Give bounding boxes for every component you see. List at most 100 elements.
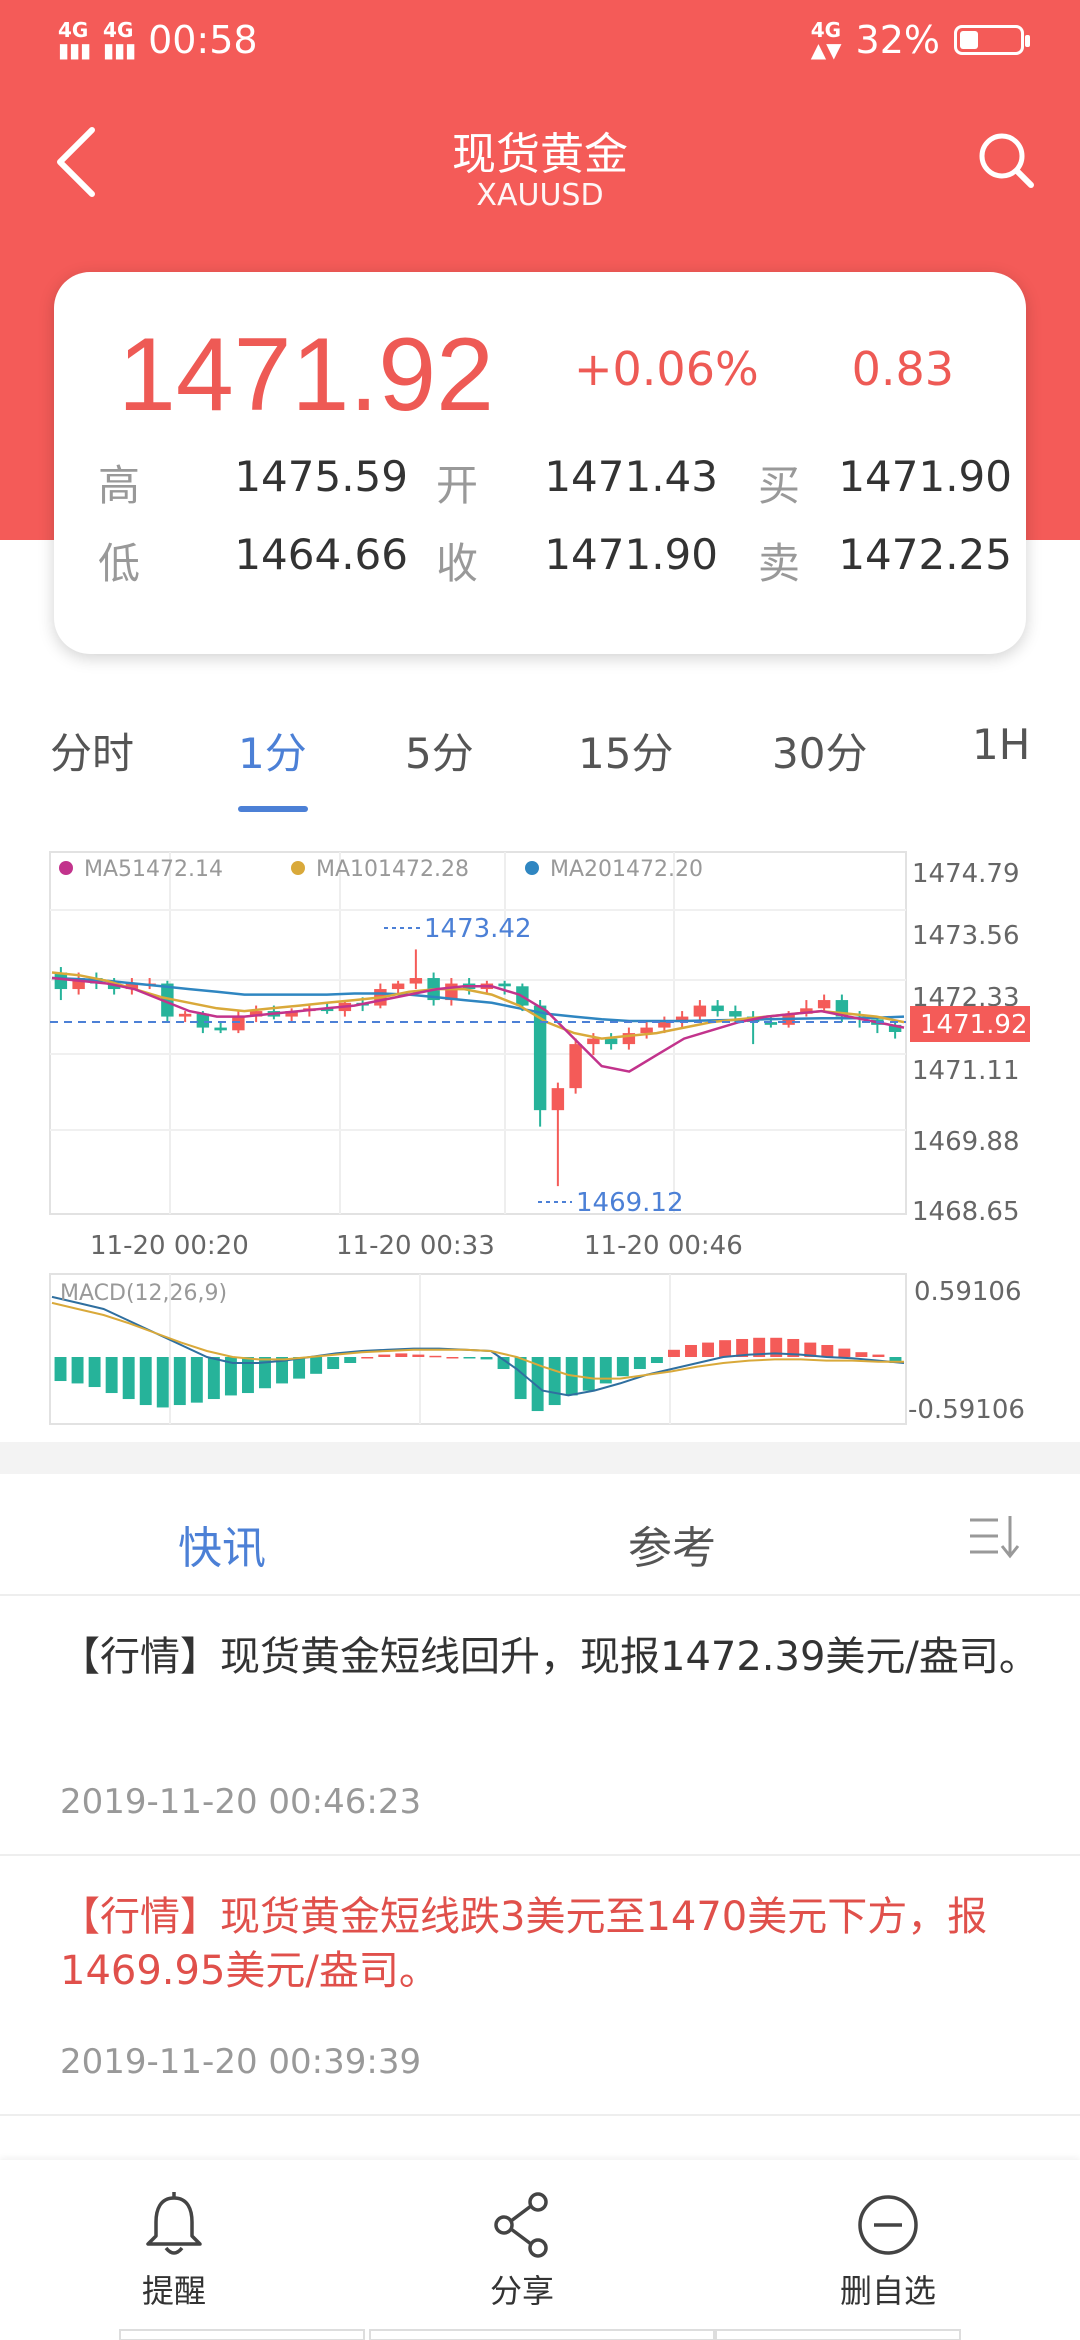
current-price-tag-text: 1471.92 xyxy=(920,1010,1028,1040)
ma5-legend-dot xyxy=(59,861,73,875)
ma10-legend-dot xyxy=(291,861,305,875)
tab-1h[interactable]: 1H xyxy=(972,720,1030,769)
macd-bar xyxy=(361,1357,374,1359)
min-marker: 1469.12 xyxy=(576,1188,684,1218)
macd-bars xyxy=(51,1295,905,1412)
candle-body xyxy=(551,1088,565,1111)
ask-label: 卖 xyxy=(758,539,801,588)
macd-bar xyxy=(88,1357,101,1388)
change-value: 0.83 xyxy=(851,342,954,396)
close-label: 收 xyxy=(436,539,479,588)
macd-bar xyxy=(463,1357,476,1359)
battery-icon xyxy=(954,25,1030,55)
macd-min: -0.59106 xyxy=(908,1395,1025,1425)
candle-body xyxy=(391,983,405,990)
battery-percent: 32% xyxy=(855,18,940,62)
ask-value: 1472.25 xyxy=(838,530,1012,579)
bell-icon xyxy=(146,2192,202,2255)
ma20-legend: MA201472.20 xyxy=(550,857,703,882)
close-value: 1471.90 xyxy=(544,530,718,579)
nav-bar: 现货黄金 XAUUSD xyxy=(0,100,1080,230)
candle-body xyxy=(587,1038,600,1045)
news-tabs: 快讯 参考 xyxy=(0,1476,1080,1596)
candle-body xyxy=(569,1044,582,1089)
candle-body xyxy=(232,1016,245,1031)
share-label: 分享 xyxy=(489,2272,554,2310)
news-text: 【行情】现货黄金短线跌3美元至1470美元下方，报1469.95美元/盎司。 xyxy=(60,1894,988,1994)
macd-bar xyxy=(293,1357,306,1379)
macd-bar xyxy=(190,1357,203,1403)
macd-bar xyxy=(207,1357,220,1400)
sort-list-icon[interactable] xyxy=(968,1512,1028,1562)
open-value: 1471.43 xyxy=(544,452,718,501)
macd-bar xyxy=(344,1357,357,1364)
clock: 00:58 xyxy=(148,18,258,62)
search-icon[interactable] xyxy=(976,130,1036,190)
remove-watchlist-button[interactable]: 删自选 xyxy=(788,2190,988,2312)
high-value: 1475.59 xyxy=(234,452,408,501)
y-tick-4: 1471.11 xyxy=(912,1056,1020,1086)
y-tick-6: 1468.65 xyxy=(912,1197,1020,1227)
page-title: 现货黄金 xyxy=(452,129,628,180)
candle-body xyxy=(817,1000,831,1009)
macd-bar xyxy=(667,1349,680,1357)
macd-bar xyxy=(54,1357,67,1382)
candle-body xyxy=(409,978,423,984)
macd-bar xyxy=(855,1352,868,1357)
quote-card: 1471.92 +0.06% 0.83 高 1475.59 开 1471.43 … xyxy=(54,272,1026,654)
macd-bar xyxy=(139,1357,152,1406)
remind-button[interactable]: 提醒 xyxy=(74,2190,274,2312)
tab-timeshare[interactable]: 分时 xyxy=(50,720,134,781)
share-icon xyxy=(494,2192,548,2258)
macd-bar xyxy=(616,1357,629,1377)
quote-row-2: 低 1464.66 收 1471.90 卖 1472.25 xyxy=(98,530,1012,590)
tab-30min[interactable]: 30分 xyxy=(772,720,867,781)
ma10-line xyxy=(51,971,905,1040)
news-item[interactable]: 【行情】现货黄金短线跌3美元至1470美元下方，报1469.95美元/盎司。 2… xyxy=(0,1856,1080,2116)
tab-1min[interactable]: 1分 xyxy=(238,720,307,781)
signal-icon: 4G ▮▮▮ xyxy=(58,18,92,62)
share-button[interactable]: 分享 xyxy=(422,2190,622,2312)
macd-bar xyxy=(378,1354,391,1357)
macd-bar xyxy=(633,1357,646,1370)
bottom-hint-lines xyxy=(119,2329,961,2340)
news-item[interactable]: 【行情】现货黄金短线回升，现报1472.39美元/盎司。 2019-11-20 … xyxy=(0,1596,1080,1856)
kline-frame xyxy=(49,851,907,1215)
network-icon: 4G ▲▼ xyxy=(810,18,842,62)
macd-bar xyxy=(514,1357,527,1400)
candle-body xyxy=(604,1038,618,1045)
macd-bar xyxy=(685,1344,697,1357)
remove-label: 删自选 xyxy=(839,2272,936,2310)
macd-bar xyxy=(173,1357,186,1406)
macd-bar xyxy=(429,1355,442,1358)
candle-body xyxy=(178,1013,192,1017)
macd-bar xyxy=(719,1340,732,1357)
candle-body xyxy=(693,1005,707,1017)
quote-row-1: 高 1475.59 开 1471.43 买 1471.90 xyxy=(98,452,1012,512)
macd-bar xyxy=(838,1348,851,1357)
open-label: 开 xyxy=(436,461,479,510)
macd-bar xyxy=(105,1357,118,1394)
tab-15min[interactable]: 15分 xyxy=(578,720,673,781)
candle-body xyxy=(729,1011,742,1017)
y-tick-2: 1473.56 xyxy=(912,921,1020,951)
macd-bar xyxy=(395,1353,408,1357)
status-bar: 4G ▮▮▮ 4G ▮▮▮ 00:58 4G ▲▼ 32% xyxy=(0,0,1080,80)
ma10-legend: MA101472.28 xyxy=(316,857,469,882)
tab-flash-news[interactable]: 快讯 xyxy=(178,1512,266,1576)
tab-5min[interactable]: 5分 xyxy=(405,720,474,781)
macd-bar xyxy=(480,1357,493,1360)
news-time: 2019-11-20 00:39:39 xyxy=(60,2042,422,2082)
macd-bar xyxy=(821,1344,834,1357)
kline-chart[interactable]: MA51472.14 MA101472.28 MA201472.20 1474.… xyxy=(0,840,1080,1440)
y-tick-1: 1474.79 xyxy=(912,859,1020,889)
high-label: 高 xyxy=(98,461,141,510)
section-separator xyxy=(0,1442,1080,1474)
macd-bar xyxy=(122,1357,135,1400)
news-text: 【行情】现货黄金短线回升，现报1472.39美元/盎司。 xyxy=(60,1634,1039,1680)
tab-reference[interactable]: 参考 xyxy=(628,1512,716,1576)
candle-body xyxy=(498,983,511,987)
candle-body xyxy=(214,1027,227,1031)
minus-circle-icon xyxy=(858,2195,918,2255)
macd-bar xyxy=(156,1357,169,1408)
